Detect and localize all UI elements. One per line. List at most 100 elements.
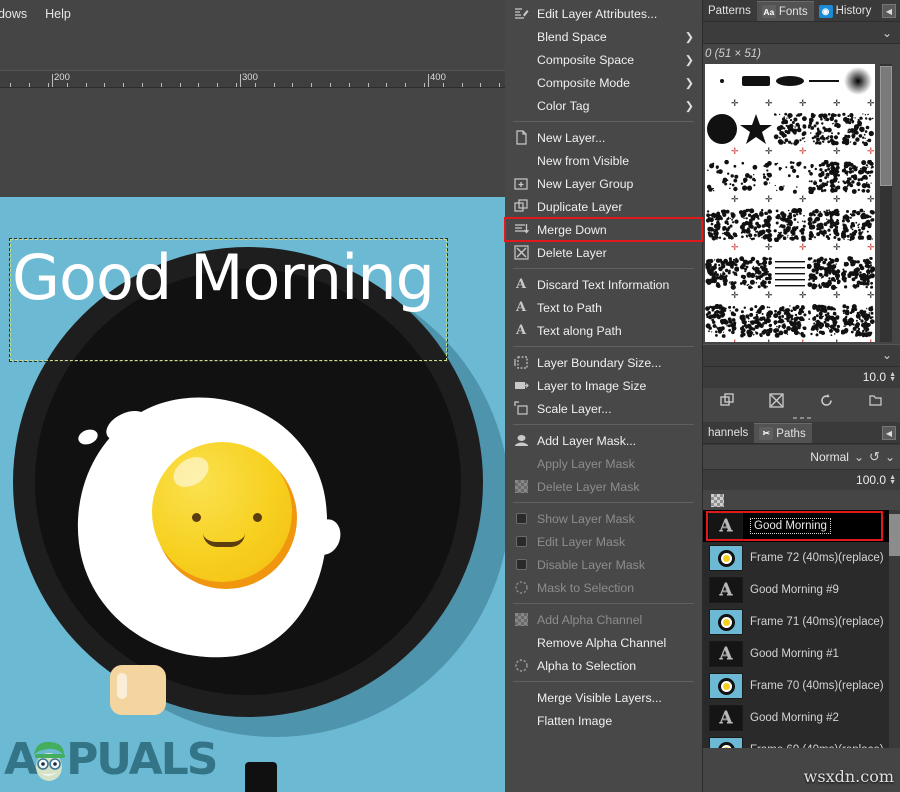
menu-item-new-layer-group[interactable]: New Layer Group bbox=[505, 172, 702, 195]
menu-item-new-layer[interactable]: New Layer... bbox=[505, 126, 702, 149]
reset-mode-icon[interactable]: ↺ bbox=[869, 449, 880, 465]
brush-thumbnail[interactable] bbox=[841, 256, 875, 290]
brush-grid-wrapper[interactable]: ✛✛✛✛✛✛✛✛✛✛✛✛✛✛✛✛✛✛✛✛✛✛✛✛✛✛✛✛✛✛ bbox=[703, 64, 900, 344]
menu-item-text-along-path[interactable]: AText along Path bbox=[505, 319, 702, 342]
layer-mode-value[interactable]: Normal bbox=[810, 450, 849, 464]
menu-item-composite-space[interactable]: Composite Space❯ bbox=[505, 48, 702, 71]
canvas-text-layer[interactable]: Good Morning bbox=[12, 245, 452, 310]
brush-thumbnail[interactable] bbox=[807, 208, 841, 242]
menu-item-layer-boundary-size[interactable]: Layer Boundary Size... bbox=[505, 351, 702, 374]
brush-dock-tabbar[interactable]: PatternsAaFonts◉History◀ bbox=[703, 0, 900, 22]
brush-thumbnail[interactable] bbox=[705, 64, 739, 98]
brush-thumbnail[interactable] bbox=[705, 112, 739, 146]
brush-filter-row[interactable]: ⌄ bbox=[703, 22, 900, 44]
menu-item-delete-layer[interactable]: Delete Layer bbox=[505, 241, 702, 264]
layer-name[interactable]: Good Morning bbox=[750, 518, 831, 534]
brush-thumbnail[interactable] bbox=[739, 208, 773, 242]
layer-name[interactable]: Frame 72 (40ms)(replace) bbox=[750, 552, 884, 564]
chevron-down-icon[interactable]: ⌄ bbox=[882, 26, 892, 40]
brush-thumbnail[interactable] bbox=[739, 256, 773, 290]
layers-list[interactable]: AGood Morning Frame 72 (40ms)(replace) AGo… bbox=[703, 510, 900, 748]
layer-lock-row[interactable] bbox=[703, 490, 900, 510]
brush-thumbnail[interactable] bbox=[807, 160, 841, 194]
refresh-brush-icon[interactable] bbox=[817, 392, 835, 410]
chevron-right-icon[interactable]: ❯ bbox=[685, 53, 694, 66]
layer-opacity-row[interactable]: 100.0 ▲▼ bbox=[703, 469, 900, 490]
menu-item-flatten-image[interactable]: Flatten Image bbox=[505, 709, 702, 732]
dock-grip[interactable] bbox=[703, 413, 900, 422]
menu-item-alpha-to-selection[interactable]: Alpha to Selection bbox=[505, 654, 702, 677]
layer-row[interactable]: AGood Morning #1 bbox=[703, 638, 900, 670]
chevron-right-icon[interactable]: ❯ bbox=[685, 76, 694, 89]
layer-opacity-value[interactable]: 100.0 bbox=[856, 473, 886, 487]
horizontal-ruler[interactable]: 200300400 bbox=[0, 70, 505, 88]
layer-row[interactable]: AGood Morning #9 bbox=[703, 574, 900, 606]
brush-thumbnail[interactable] bbox=[773, 304, 807, 338]
brush-thumbnail[interactable] bbox=[773, 112, 807, 146]
help-menu[interactable]: Help bbox=[36, 4, 80, 24]
menu-item-edit-layer-attributes[interactable]: Edit Layer Attributes... bbox=[505, 2, 702, 25]
spinner-icon[interactable]: ▲▼ bbox=[889, 372, 896, 382]
brush-thumbnail[interactable] bbox=[841, 64, 875, 98]
menu-item-discard-text-information[interactable]: ADiscard Text Information bbox=[505, 273, 702, 296]
dock-menu-button[interactable]: ◀ bbox=[882, 4, 896, 18]
brush-thumbnail[interactable] bbox=[739, 64, 773, 98]
brush-thumbnail[interactable] bbox=[773, 256, 807, 290]
layer-row[interactable]: AGood Morning bbox=[703, 510, 900, 542]
open-brush-icon[interactable] bbox=[866, 392, 884, 410]
layer-name[interactable]: Frame 69 (40ms)(replace) bbox=[750, 744, 884, 748]
brush-thumbnail[interactable] bbox=[773, 64, 807, 98]
brush-tool-row[interactable] bbox=[703, 387, 900, 413]
delete-brush-icon[interactable] bbox=[768, 392, 786, 410]
brush-thumbnail[interactable] bbox=[739, 160, 773, 194]
chevron-down-icon[interactable]: ⌄ bbox=[882, 348, 892, 362]
brush-scrollbar-thumb[interactable] bbox=[880, 66, 892, 186]
brush-thumbnail[interactable] bbox=[739, 112, 773, 146]
layer-row[interactable]: Frame 69 (40ms)(replace) bbox=[703, 734, 900, 748]
layer-name[interactable]: Frame 71 (40ms)(replace) bbox=[750, 616, 884, 628]
brush-thumbnail[interactable] bbox=[841, 160, 875, 194]
brush-thumbnail[interactable] bbox=[773, 208, 807, 242]
layer-row[interactable]: Frame 72 (40ms)(replace) bbox=[703, 542, 900, 574]
lock-alpha-icon[interactable] bbox=[711, 494, 724, 507]
brush-thumbnail[interactable] bbox=[841, 208, 875, 242]
menu-item-duplicate-layer[interactable]: Duplicate Layer bbox=[505, 195, 702, 218]
brush-thumbnail[interactable] bbox=[841, 112, 875, 146]
image-canvas[interactable]: Good Morning A PUALS bbox=[0, 197, 505, 792]
chevron-down-icon[interactable]: ⌄ bbox=[885, 450, 895, 464]
layer-context-menu[interactable]: Edit Layer Attributes...Blend Space❯Comp… bbox=[505, 0, 703, 792]
tab-patterns[interactable]: Patterns bbox=[703, 1, 757, 21]
menu-item-merge-visible-layers[interactable]: Merge Visible Layers... bbox=[505, 686, 702, 709]
layers-dock-tabbar[interactable]: hannels✂Paths ◀ bbox=[703, 422, 900, 444]
brush-thumbnail[interactable] bbox=[841, 304, 875, 338]
brush-thumbnail[interactable] bbox=[807, 112, 841, 146]
chevron-right-icon[interactable]: ❯ bbox=[685, 99, 694, 112]
tab-fonts[interactable]: AaFonts bbox=[757, 1, 814, 21]
menu-item-remove-alpha-channel[interactable]: Remove Alpha Channel bbox=[505, 631, 702, 654]
brush-spacing-value[interactable]: 10.0 bbox=[863, 370, 886, 384]
layer-row[interactable]: Frame 70 (40ms)(replace) bbox=[703, 670, 900, 702]
windows-menu[interactable]: ndows bbox=[0, 4, 36, 24]
menu-item-composite-mode[interactable]: Composite Mode❯ bbox=[505, 71, 702, 94]
brush-thumbnail[interactable] bbox=[739, 304, 773, 338]
layer-row[interactable]: Frame 71 (40ms)(replace) bbox=[703, 606, 900, 638]
brush-thumbnail[interactable] bbox=[807, 64, 841, 98]
brush-spacing-row[interactable]: 10.0 ▲▼ bbox=[703, 366, 900, 387]
layer-name[interactable]: Frame 70 (40ms)(replace) bbox=[750, 680, 884, 692]
brush-thumbnail[interactable] bbox=[705, 160, 739, 194]
tab-paths[interactable]: ✂Paths bbox=[754, 423, 811, 443]
spinner-icon[interactable]: ▲▼ bbox=[889, 475, 896, 485]
dock-menu-button[interactable]: ◀ bbox=[882, 426, 896, 440]
menu-item-add-layer-mask[interactable]: Add Layer Mask... bbox=[505, 429, 702, 452]
chevron-down-icon[interactable]: ⌄ bbox=[854, 450, 864, 464]
menu-item-scale-layer[interactable]: Scale Layer... bbox=[505, 397, 702, 420]
menu-item-layer-to-image-size[interactable]: Layer to Image Size bbox=[505, 374, 702, 397]
layer-mode-row[interactable]: Normal ⌄ ↺ ⌄ bbox=[703, 444, 900, 469]
brush-thumbnail[interactable] bbox=[773, 160, 807, 194]
tab-hannels[interactable]: hannels bbox=[703, 423, 754, 443]
layer-row[interactable]: AGood Morning #2 bbox=[703, 702, 900, 734]
brush-thumbnail[interactable] bbox=[807, 256, 841, 290]
menu-item-color-tag[interactable]: Color Tag❯ bbox=[505, 94, 702, 117]
brush-grid[interactable]: ✛✛✛✛✛✛✛✛✛✛✛✛✛✛✛✛✛✛✛✛✛✛✛✛✛✛✛✛✛✛ bbox=[705, 64, 875, 342]
layer-name[interactable]: Good Morning #2 bbox=[750, 712, 839, 724]
